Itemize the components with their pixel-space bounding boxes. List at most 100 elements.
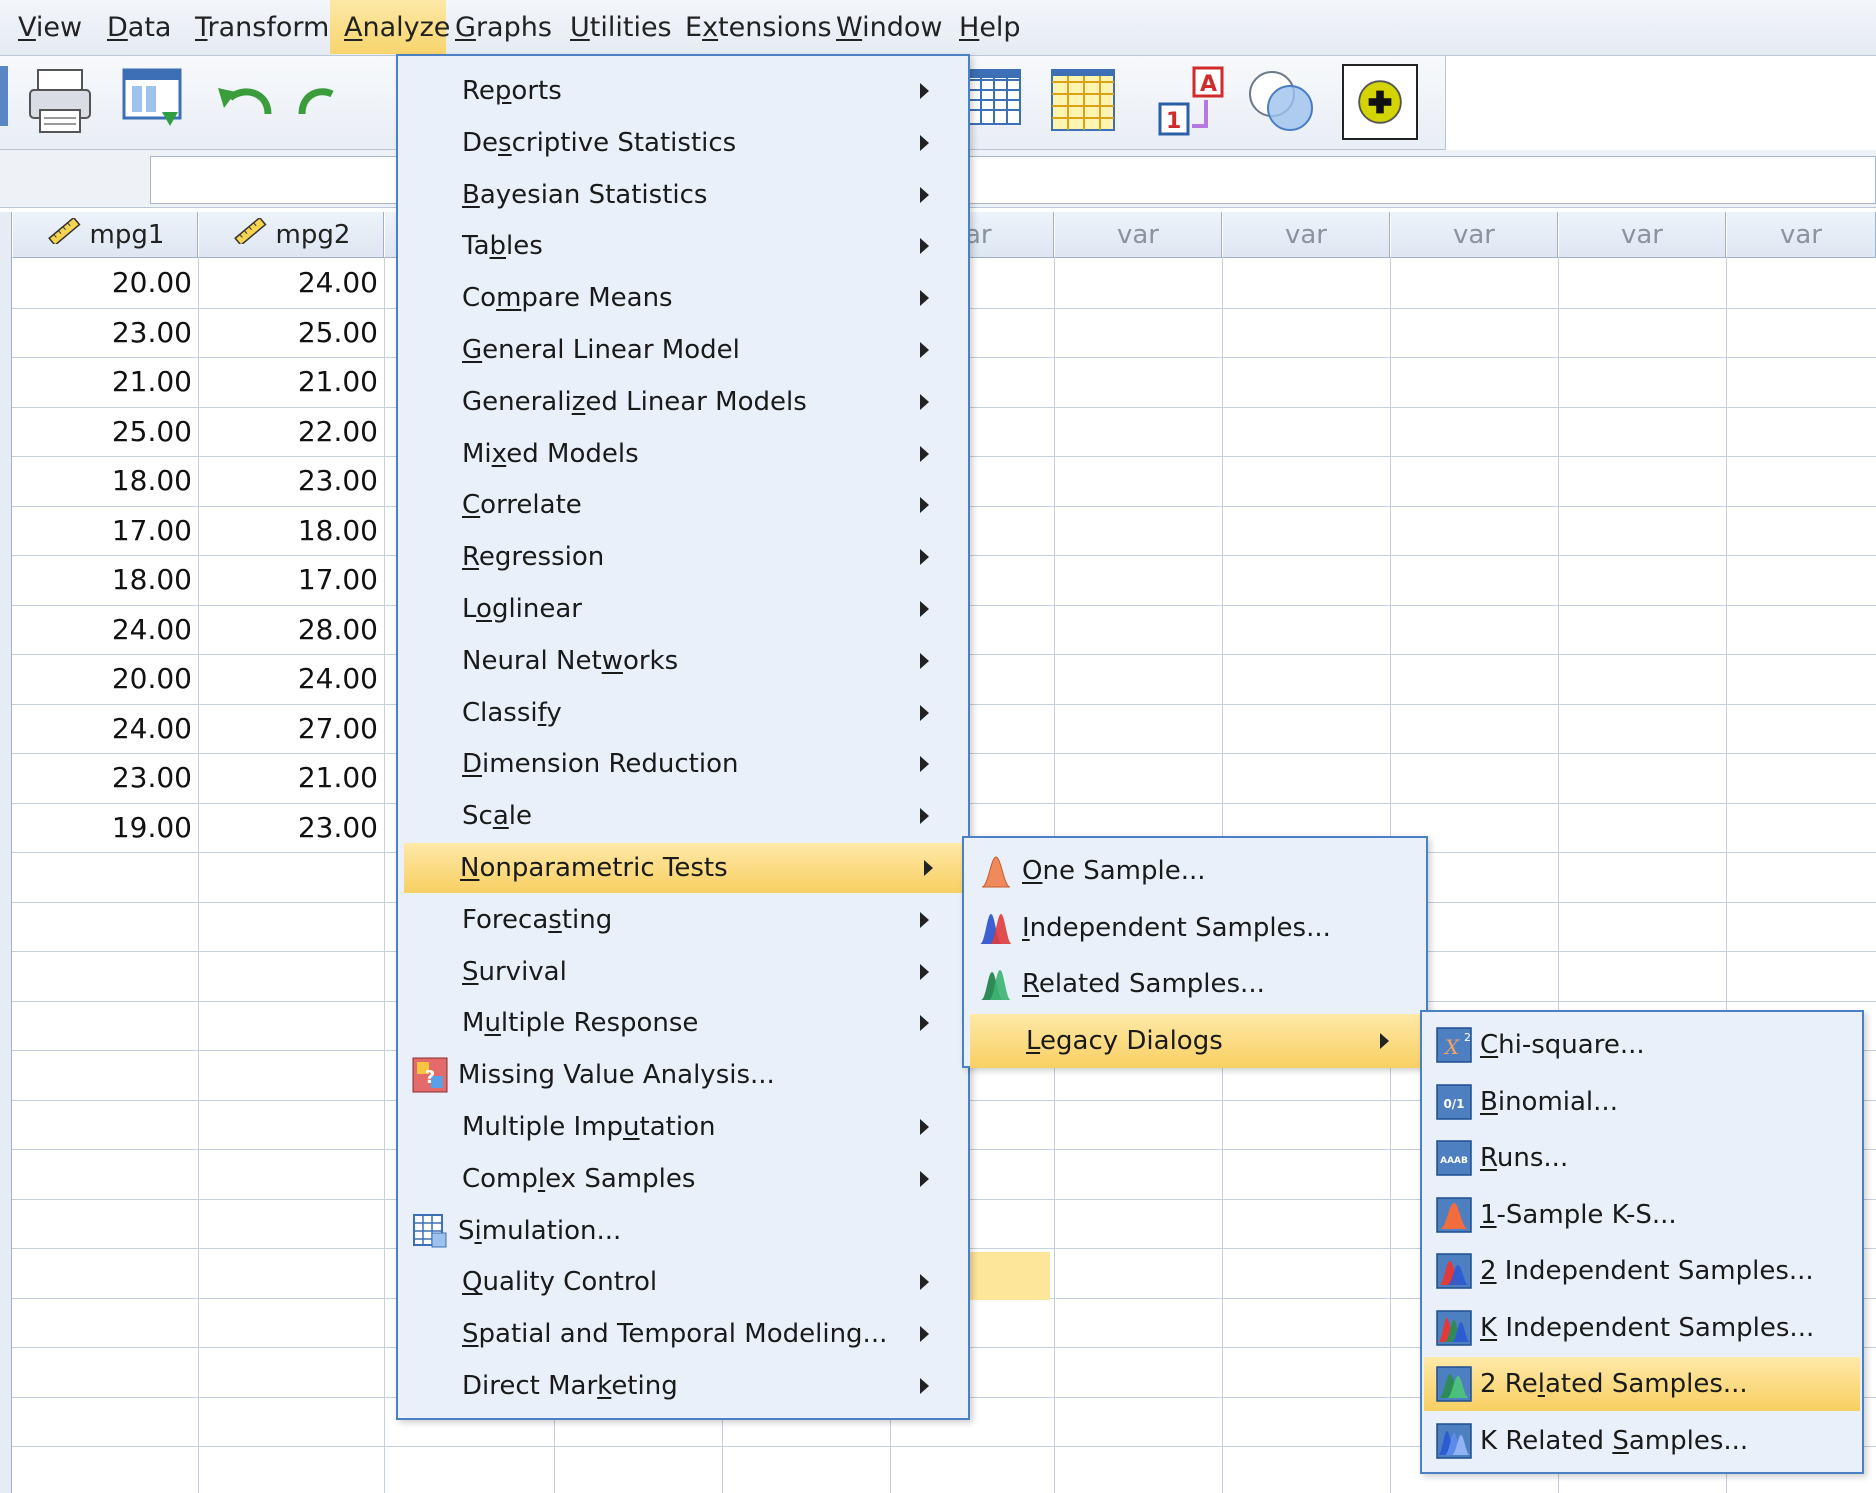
analyze-item-mixed-models[interactable]: Mixed Models xyxy=(400,429,966,479)
print-icon[interactable] xyxy=(22,64,98,140)
cell-mpg2[interactable]: 23.00 xyxy=(198,803,384,851)
add-extension-icon[interactable] xyxy=(1342,64,1418,140)
cell-mpg2[interactable]: 27.00 xyxy=(198,704,384,752)
menu-help[interactable]: Help xyxy=(945,0,1035,54)
cell-mpg1[interactable]: 23.00 xyxy=(12,753,198,801)
cell-mpg2[interactable]: 23.00 xyxy=(198,456,384,504)
analyze-item-compare-means[interactable]: Compare Means xyxy=(400,273,966,323)
menu-extensions[interactable]: Extensions xyxy=(671,0,846,54)
cell-mpg1[interactable]: 24.00 xyxy=(12,605,198,653)
cell-mpg1[interactable]: 23.00 xyxy=(12,308,198,356)
legacy-item-k-independent-samples[interactable]: K Independent Samples... xyxy=(1424,1301,1860,1355)
analyze-item-scale[interactable]: Scale xyxy=(400,791,966,841)
analyze-item-missing-value-analysis[interactable]: ? Missing Value Analysis... xyxy=(400,1050,966,1100)
menu-window[interactable]: Window xyxy=(822,0,956,54)
legacy-item-binomial[interactable]: 0/1 Binomial... xyxy=(1424,1075,1860,1129)
analyze-item-spatial-and-temporal-modeling[interactable]: Spatial and Temporal Modeling... xyxy=(400,1309,966,1359)
analyze-item-regression[interactable]: Regression xyxy=(400,532,966,582)
analyze-item-complex-samples[interactable]: Complex Samples xyxy=(400,1154,966,1204)
analyze-menu: Reports Descriptive Statistics Bayesian St… xyxy=(396,54,970,1420)
cell-mpg2[interactable]: 24.00 xyxy=(198,258,384,306)
cell-mpg2[interactable]: 21.00 xyxy=(198,753,384,801)
cell-mpg1[interactable]: 25.00 xyxy=(12,407,198,455)
submenu-arrow-icon xyxy=(920,1119,929,1135)
column-header-mpg1[interactable]: mpg1 xyxy=(12,212,198,258)
menu-analyze[interactable]: Analyze xyxy=(330,0,450,54)
analyze-item-neural-networks[interactable]: Neural Networks xyxy=(400,636,966,686)
cell-mpg1[interactable]: 20.00 xyxy=(12,654,198,702)
cell-mpg1[interactable]: 19.00 xyxy=(12,803,198,851)
legacy-item-chi-square[interactable]: X 2 Chi-square... xyxy=(1424,1018,1860,1072)
submenu-arrow-icon xyxy=(920,1326,929,1342)
legacy-item-k-related-samples[interactable]: K Related Samples... xyxy=(1424,1414,1860,1468)
recall-dialog-icon[interactable] xyxy=(116,64,192,140)
undo-icon[interactable] xyxy=(208,64,284,140)
legacy-item-runs[interactable]: AAAB Runs... xyxy=(1424,1131,1860,1185)
menu-item-label: 2 Related Samples... xyxy=(1480,1369,1748,1399)
analyze-item-tables[interactable]: Tables xyxy=(400,221,966,271)
ks-icon xyxy=(1436,1197,1472,1233)
analyze-item-descriptive-statistics[interactable]: Descriptive Statistics xyxy=(400,118,966,168)
cell-mpg2[interactable]: 22.00 xyxy=(198,407,384,455)
cell-mpg2[interactable]: 17.00 xyxy=(198,555,384,603)
column-header-var[interactable]: var xyxy=(1558,212,1726,258)
split-file-icon[interactable] xyxy=(964,64,1040,140)
cell-mpg1[interactable]: 18.00 xyxy=(12,555,198,603)
binomial-icon: 0/1 xyxy=(1436,1084,1472,1120)
menu-utilities[interactable]: Utilities xyxy=(556,0,686,54)
analyze-item-survival[interactable]: Survival xyxy=(400,947,966,997)
analyze-item-general-linear-model[interactable]: General Linear Model xyxy=(400,325,966,375)
analyze-item-loglinear[interactable]: Loglinear xyxy=(400,584,966,634)
legacy-item-2-related-samples[interactable]: 2 Related Samples... xyxy=(1424,1357,1860,1411)
nonparametric-item-independent-samples[interactable]: Independent Samples... xyxy=(966,901,1424,955)
column-header-var[interactable]: var xyxy=(1054,212,1222,258)
menu-data[interactable]: Data xyxy=(93,0,185,54)
nonparametric-item-related-samples[interactable]: Related Samples... xyxy=(966,957,1424,1011)
cell-mpg2[interactable]: 28.00 xyxy=(198,605,384,653)
redo-icon[interactable] xyxy=(292,64,368,140)
nonparametric-item-legacy-dialogs[interactable]: Legacy Dialogs xyxy=(970,1014,1420,1068)
analyze-item-forecasting[interactable]: Forecasting xyxy=(400,895,966,945)
analyze-item-correlate[interactable]: Correlate xyxy=(400,480,966,530)
analyze-item-dimension-reduction[interactable]: Dimension Reduction xyxy=(400,739,966,789)
analyze-item-reports[interactable]: Reports xyxy=(400,66,966,116)
cell-mpg2[interactable]: 25.00 xyxy=(198,308,384,356)
analyze-item-bayesian-statistics[interactable]: Bayesian Statistics xyxy=(400,170,966,220)
menu-item-label: Survival xyxy=(462,957,567,987)
variable-sets-icon[interactable] xyxy=(1244,64,1320,140)
menu-graphs[interactable]: Graphs xyxy=(441,0,566,54)
column-header-var[interactable]: var xyxy=(1390,212,1558,258)
selected-cell[interactable] xyxy=(970,1252,1050,1300)
cell-mpg2[interactable]: 18.00 xyxy=(198,506,384,554)
legacy-item-2-independent-samples[interactable]: 2 Independent Samples... xyxy=(1424,1244,1860,1298)
submenu-arrow-icon xyxy=(920,601,929,617)
analyze-item-multiple-response[interactable]: Multiple Response xyxy=(400,998,966,1048)
weight-cases-icon[interactable] xyxy=(1048,64,1124,140)
analyze-item-classify[interactable]: Classify xyxy=(400,688,966,738)
row-header-strip xyxy=(0,212,12,1493)
analyze-item-multiple-imputation[interactable]: Multiple Imputation xyxy=(400,1102,966,1152)
analyze-item-quality-control[interactable]: Quality Control xyxy=(400,1257,966,1307)
column-header-var[interactable]: var xyxy=(1726,212,1876,258)
menu-view[interactable]: View xyxy=(4,0,96,54)
cell-mpg1[interactable]: 20.00 xyxy=(12,258,198,306)
nonparametric-item-one-sample[interactable]: One Sample... xyxy=(966,844,1424,898)
submenu-arrow-icon xyxy=(920,912,929,928)
cell-mpg2[interactable]: 24.00 xyxy=(198,654,384,702)
analyze-item-nonparametric-tests[interactable]: Nonparametric Tests xyxy=(404,843,964,893)
cell-mpg1[interactable]: 18.00 xyxy=(12,456,198,504)
submenu-arrow-icon xyxy=(920,1274,929,1290)
value-labels-icon[interactable]: A1 xyxy=(1154,64,1230,140)
analyze-item-simulation[interactable]: Simulation... xyxy=(400,1206,966,1256)
analyze-item-direct-marketing[interactable]: Direct Marketing xyxy=(400,1361,966,1411)
cell-mpg1[interactable]: 17.00 xyxy=(12,506,198,554)
column-header-var[interactable]: var xyxy=(1222,212,1390,258)
column-header-mpg2[interactable]: mpg2 xyxy=(198,212,384,258)
submenu-arrow-icon xyxy=(920,1378,929,1394)
analyze-item-generalized-linear-models[interactable]: Generalized Linear Models xyxy=(400,377,966,427)
cell-mpg1[interactable]: 21.00 xyxy=(12,357,198,405)
legacy-item-1-sample-k-s[interactable]: 1-Sample K-S... xyxy=(1424,1188,1860,1242)
menu-transform[interactable]: Transform xyxy=(181,0,343,54)
cell-mpg2[interactable]: 21.00 xyxy=(198,357,384,405)
cell-mpg1[interactable]: 24.00 xyxy=(12,704,198,752)
